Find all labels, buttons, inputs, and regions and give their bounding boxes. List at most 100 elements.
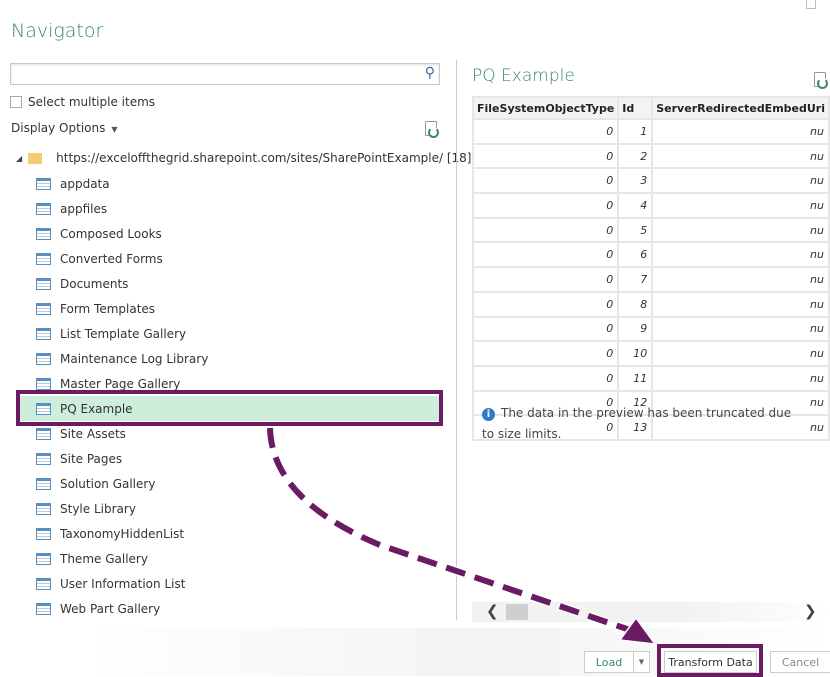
nav-item-label: Theme Gallery — [60, 551, 148, 566]
select-multiple-checkbox[interactable]: Select multiple items — [10, 95, 155, 109]
refresh-icon[interactable] — [425, 121, 439, 138]
preview-table: FileSystemObjectType Id ServerRedirected… — [471, 96, 830, 441]
table-cell: 3 — [617, 167, 654, 195]
nav-item[interactable]: TaxonomyHiddenList — [20, 521, 440, 546]
nav-item-label: Converted Forms — [60, 251, 163, 266]
table-cell: nu — [651, 290, 830, 318]
table-cell: nu — [651, 216, 830, 244]
annotation-highlight-box — [16, 390, 443, 426]
nav-item-label: Form Templates — [60, 301, 156, 316]
table-cell: 0 — [471, 241, 620, 269]
table-cell: 7 — [617, 266, 654, 293]
table-cell: 8 — [617, 290, 654, 318]
nav-item-label: Composed Looks — [60, 226, 162, 241]
maximize-icon[interactable] — [806, 0, 816, 9]
table-icon — [36, 527, 51, 540]
truncation-note: i The data in the preview has been trunca… — [482, 403, 802, 445]
nav-item[interactable]: Form Templates — [20, 296, 440, 321]
nav-item[interactable]: List Template Gallery — [20, 321, 440, 346]
nav-item[interactable]: Style Library — [20, 496, 440, 521]
table-cell: 0 — [471, 364, 620, 392]
table-icon — [36, 227, 51, 240]
nav-item-label: appdata — [60, 176, 110, 191]
table-cell: nu — [651, 315, 830, 343]
preview-title: PQ Example — [472, 66, 575, 86]
table-row: 0 4 nu — [471, 192, 830, 219]
table-row: 0 2 nu — [471, 142, 830, 170]
caret-down-icon: ▼ — [111, 125, 118, 134]
nav-item[interactable]: Maintenance Log Library — [20, 346, 440, 371]
table-cell: 0 — [471, 340, 620, 367]
table-cell: 5 — [617, 216, 654, 244]
table-icon — [36, 327, 51, 340]
search-input[interactable]: ⚲ — [10, 63, 440, 85]
load-dropdown-button[interactable]: ▼ — [633, 651, 650, 673]
checkbox-icon[interactable] — [10, 96, 22, 108]
table-cell: 0 — [471, 118, 620, 145]
table-cell: nu — [651, 142, 830, 170]
note-text: The data in the preview has been truncat… — [482, 406, 792, 441]
table-icon — [36, 502, 51, 515]
table-icon — [36, 427, 51, 440]
table-cell: nu — [651, 266, 830, 293]
nav-item[interactable]: Documents — [20, 271, 440, 296]
search-icon[interactable]: ⚲ — [425, 65, 435, 81]
table-cell: 0 — [471, 142, 620, 170]
table-cell: 0 — [471, 167, 620, 195]
table-cell: 9 — [617, 315, 654, 343]
table-icon — [36, 302, 51, 315]
nav-item[interactable]: Solution Gallery — [20, 471, 440, 496]
nav-item-label: List Template Gallery — [60, 326, 187, 341]
table-row: 0 3 nu — [471, 167, 830, 195]
display-options-dropdown[interactable]: Display Options ▼ — [11, 121, 118, 135]
column-header[interactable]: FileSystemObjectType — [471, 96, 620, 120]
nav-item-label: Style Library — [60, 501, 136, 516]
nav-item[interactable]: appdata — [20, 171, 440, 196]
nav-item-label: Site Pages — [60, 451, 123, 466]
nav-item[interactable]: Composed Looks — [20, 221, 440, 246]
nav-item[interactable]: appfiles — [20, 196, 440, 221]
tree-root[interactable]: ◢ https://exceloffthegrid.sharepoint.com/… — [16, 151, 471, 165]
nav-item-label: Solution Gallery — [60, 476, 156, 491]
table-row: 0 10 nu — [471, 340, 830, 367]
table-row: 0 7 nu — [471, 266, 830, 293]
column-header[interactable]: ServerRedirectedEmbedUri — [651, 96, 830, 120]
table-cell: 10 — [617, 340, 654, 367]
table-row: 0 8 nu — [471, 290, 830, 318]
table-cell: 1 — [617, 118, 654, 145]
nav-item-label: Maintenance Log Library — [60, 351, 209, 366]
nav-item[interactable]: Site Pages — [20, 446, 440, 471]
load-button[interactable]: Load — [584, 651, 634, 673]
table-cell: nu — [651, 241, 830, 269]
cancel-button[interactable]: Cancel — [770, 651, 830, 673]
table-cell: nu — [651, 118, 830, 145]
root-label: https://exceloffthegrid.sharepoint.com/s… — [56, 151, 472, 165]
scroll-left-icon[interactable]: ❮ — [486, 602, 499, 620]
nav-item-label: Site Assets — [60, 426, 126, 441]
nav-item-label: appfiles — [60, 201, 108, 216]
table-icon — [36, 177, 51, 190]
nav-item[interactable]: Theme Gallery — [20, 546, 440, 571]
nav-item[interactable]: User Information List — [20, 571, 440, 596]
folder-icon — [28, 152, 43, 164]
nav-item[interactable]: Converted Forms — [20, 246, 440, 271]
scrollbar-thumb[interactable] — [506, 604, 528, 620]
table-cell: 4 — [617, 192, 654, 219]
table-cell: 0 — [471, 216, 620, 244]
table-icon — [36, 352, 51, 365]
table-row: 0 1 nu — [471, 118, 830, 145]
table-cell: 6 — [617, 241, 654, 269]
table-row: 0 9 nu — [471, 315, 830, 343]
table-icon — [36, 202, 51, 215]
nav-item[interactable]: Web Part Gallery — [20, 596, 440, 621]
expand-triangle-icon[interactable]: ◢ — [16, 154, 22, 163]
column-header[interactable]: Id — [617, 96, 654, 120]
annotation-highlight-box — [657, 644, 763, 677]
pane-divider[interactable] — [456, 60, 457, 620]
table-icon — [36, 452, 51, 465]
info-icon: i — [482, 408, 495, 421]
preview-refresh-icon[interactable] — [814, 72, 828, 89]
scroll-right-icon[interactable]: ❯ — [804, 602, 817, 620]
table-cell: nu — [651, 364, 830, 392]
nav-item-label: Documents — [60, 276, 129, 291]
